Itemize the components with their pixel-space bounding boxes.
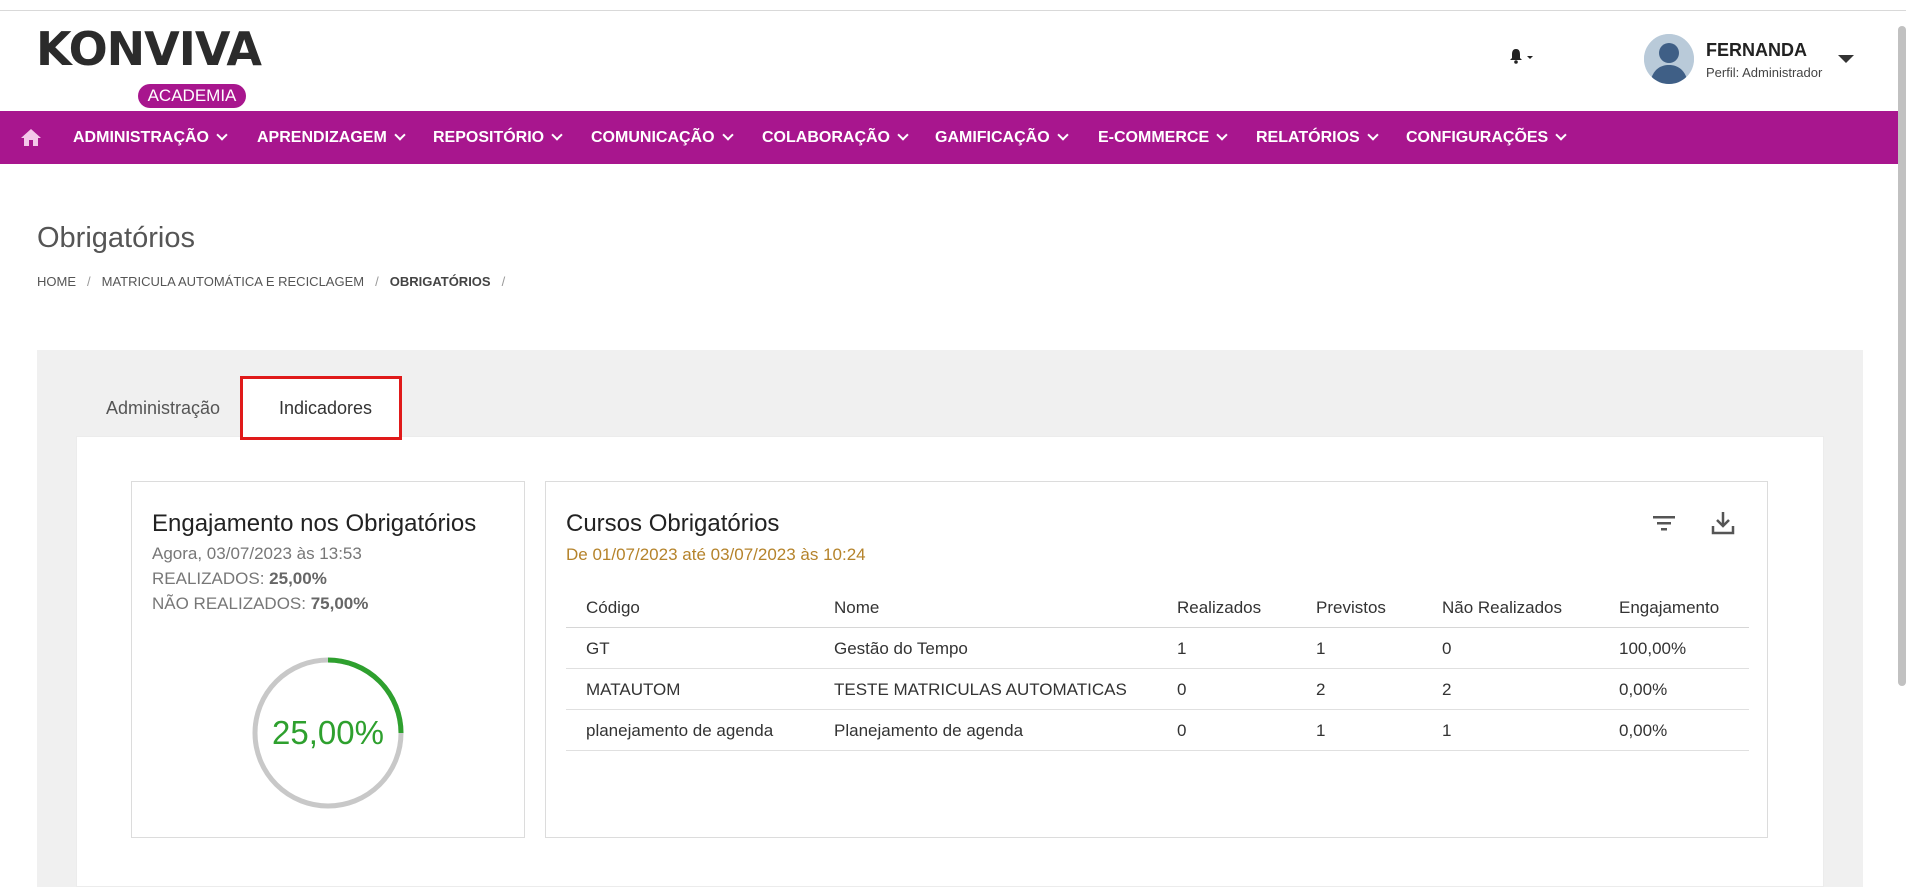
engagement-timestamp: Agora, 03/07/2023 às 13:53 bbox=[152, 544, 362, 563]
cell-nome: Planejamento de agenda bbox=[834, 721, 1024, 740]
cell-engajamento: 0,00% bbox=[1619, 680, 1668, 699]
chevron-down-icon bbox=[897, 129, 909, 141]
nav-label: ADMINISTRAÇÃO bbox=[73, 129, 209, 146]
table-row[interactable]: GT Gestão do Tempo 1 1 0 100,00% bbox=[566, 628, 1749, 669]
breadcrumb-home[interactable]: HOME bbox=[37, 274, 76, 289]
nao-realizados-line: NÃO REALIZADOS: 75,00% bbox=[152, 594, 368, 614]
cell-realizados: 0 bbox=[1177, 721, 1187, 740]
tab-indicadores[interactable]: Indicadores bbox=[279, 398, 372, 419]
col-codigo: Código bbox=[586, 598, 640, 617]
col-engajamento: Engajamento bbox=[1619, 598, 1720, 617]
nav-label: COLABORAÇÃO bbox=[762, 129, 890, 146]
nav-relatorios[interactable]: RELATÓRIOS bbox=[1256, 111, 1379, 164]
nav-administracao[interactable]: ADMINISTRAÇÃO bbox=[73, 111, 228, 164]
table-row[interactable]: MATAUTOM TESTE MATRICULAS AUTOMATICAS 0 … bbox=[566, 669, 1749, 710]
cell-nao-realizados: 0 bbox=[1442, 639, 1452, 658]
chevron-down-icon bbox=[551, 129, 563, 141]
nav-configuracoes[interactable]: CONFIGURAÇÕES bbox=[1406, 111, 1567, 164]
breadcrumb: HOME / MATRICULA AUTOMÁTICA E RECICLAGEM / O… bbox=[37, 274, 516, 289]
user-name[interactable]: FERNANDA bbox=[1706, 40, 1807, 61]
realizados-line: REALIZADOS: 25,00% bbox=[152, 569, 327, 589]
cell-previstos: 1 bbox=[1316, 721, 1326, 740]
cell-engajamento: 0,00% bbox=[1619, 721, 1668, 740]
realizados-label: REALIZADOS: bbox=[152, 569, 265, 588]
chevron-down-icon bbox=[216, 129, 228, 141]
cell-codigo: GT bbox=[586, 639, 610, 658]
tab-administracao[interactable]: Administração bbox=[106, 398, 220, 419]
table-row[interactable]: planejamento de agenda Planejamento de a… bbox=[566, 710, 1749, 751]
chevron-down-icon bbox=[1367, 129, 1379, 141]
engagement-card: Engajamento nos Obrigatórios Agora, 03/0… bbox=[131, 481, 525, 838]
engagement-title: Engajamento nos Obrigatórios bbox=[152, 510, 477, 537]
nao-realizados-value: 75,00% bbox=[310, 594, 369, 613]
breadcrumb-current: OBRIGATÓRIOS bbox=[389, 274, 491, 289]
konviva-logo[interactable]: KONVIVA ACADEMIA bbox=[36, 26, 262, 108]
courses-period: De 01/07/2023 até 03/07/2023 às 10:24 bbox=[566, 545, 866, 564]
logo-badge: ACADEMIA bbox=[138, 84, 246, 108]
cell-nome: TESTE MATRICULAS AUTOMATICAS bbox=[834, 680, 1127, 699]
chevron-down-icon bbox=[1056, 129, 1069, 141]
cell-nao-realizados: 1 bbox=[1442, 721, 1452, 740]
breadcrumb-matricula[interactable]: MATRICULA AUTOMÁTICA E RECICLAGEM bbox=[102, 274, 364, 289]
courses-card: Cursos Obrigatórios De 01/07/2023 até 03… bbox=[545, 481, 1768, 838]
nav-label: REPOSITÓRIO bbox=[433, 129, 545, 146]
page-scrollbar[interactable] bbox=[1898, 26, 1906, 686]
home-icon[interactable] bbox=[20, 127, 42, 147]
filter-icon[interactable] bbox=[1649, 508, 1679, 538]
logo-text: KONVIVA bbox=[36, 22, 262, 76]
page-title: Obrigatórios bbox=[37, 222, 195, 254]
main-navbar: ADMINISTRAÇÃO APRENDIZAGEM REPOSITÓRIO C… bbox=[0, 111, 1898, 164]
nav-label: E-COMMERCE bbox=[1098, 129, 1210, 146]
cell-realizados: 0 bbox=[1177, 680, 1187, 699]
gauge-value: 25,00% bbox=[272, 714, 384, 751]
nav-label: CONFIGURAÇÕES bbox=[1406, 129, 1549, 146]
download-icon[interactable] bbox=[1708, 508, 1738, 538]
nav-ecommerce[interactable]: E-COMMERCE bbox=[1098, 111, 1228, 164]
table-header-row: Código Nome Realizados Previstos Não Rea… bbox=[566, 587, 1749, 628]
courses-title: Cursos Obrigatórios bbox=[566, 510, 780, 537]
cell-nao-realizados: 2 bbox=[1442, 680, 1452, 699]
chevron-down-icon bbox=[1216, 129, 1228, 141]
avatar[interactable] bbox=[1644, 34, 1694, 84]
nav-label: APRENDIZAGEM bbox=[257, 129, 387, 146]
nav-label: RELATÓRIOS bbox=[1256, 129, 1360, 146]
user-menu-caret-icon[interactable] bbox=[1838, 55, 1854, 63]
nav-label: GAMIFICAÇÃO bbox=[935, 129, 1050, 146]
col-nome: Nome bbox=[834, 598, 880, 617]
chevron-down-icon bbox=[394, 129, 406, 141]
user-profile: Perfil: Administrador bbox=[1706, 65, 1823, 80]
notifications-bell-icon[interactable] bbox=[1508, 46, 1538, 66]
cell-realizados: 1 bbox=[1177, 639, 1187, 658]
breadcrumb-separator: / bbox=[375, 274, 379, 289]
breadcrumb-separator: / bbox=[87, 274, 91, 289]
nav-aprendizagem[interactable]: APRENDIZAGEM bbox=[257, 111, 406, 164]
nao-realizados-label: NÃO REALIZADOS: bbox=[152, 594, 306, 613]
cell-nome: Gestão do Tempo bbox=[834, 639, 968, 658]
cell-previstos: 1 bbox=[1316, 639, 1326, 658]
nav-gamificacao[interactable]: GAMIFICAÇÃO bbox=[935, 111, 1069, 164]
cell-codigo: planejamento de agenda bbox=[586, 721, 774, 740]
col-previstos: Previstos bbox=[1316, 598, 1386, 617]
col-nao-realizados: Não Realizados bbox=[1442, 598, 1563, 617]
col-realizados: Realizados bbox=[1177, 598, 1262, 617]
nav-repositorio[interactable]: REPOSITÓRIO bbox=[433, 111, 563, 164]
nav-comunicacao[interactable]: COMUNICAÇÃO bbox=[591, 111, 734, 164]
cell-codigo: MATAUTOM bbox=[586, 680, 681, 699]
realizados-value: 25,00% bbox=[269, 569, 327, 588]
nav-label: COMUNICAÇÃO bbox=[591, 129, 715, 146]
cell-previstos: 2 bbox=[1316, 680, 1326, 699]
cell-engajamento: 100,00% bbox=[1619, 639, 1687, 658]
header: KONVIVA ACADEMIA FERNANDA Perfil: Admini… bbox=[0, 11, 1898, 111]
breadcrumb-separator: / bbox=[501, 274, 506, 289]
chevron-down-icon bbox=[721, 129, 734, 141]
nav-colaboracao[interactable]: COLABORAÇÃO bbox=[762, 111, 909, 164]
courses-table: Código Nome Realizados Previstos Não Rea… bbox=[566, 587, 1749, 751]
chevron-down-icon bbox=[1555, 129, 1567, 141]
